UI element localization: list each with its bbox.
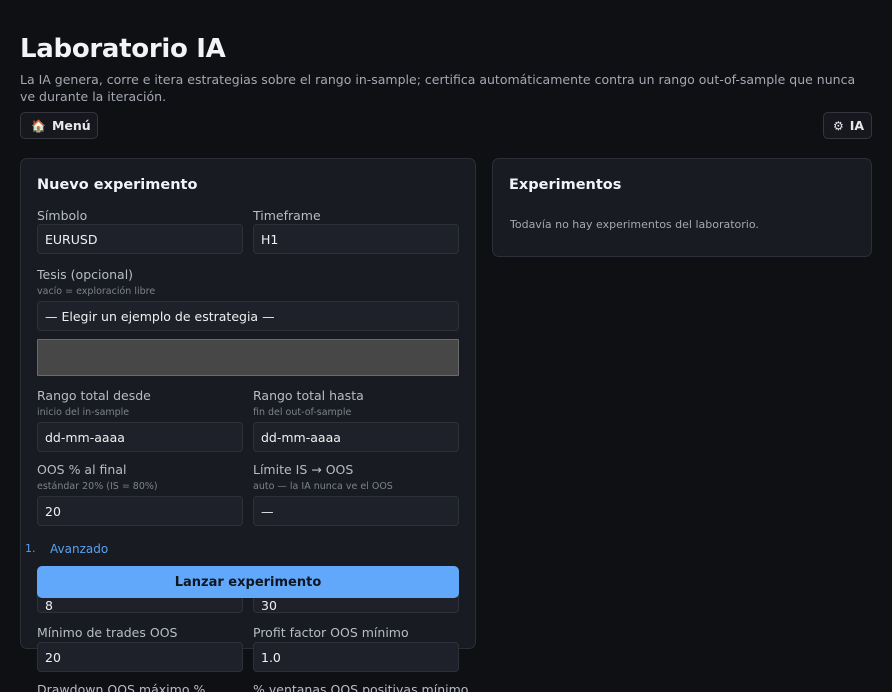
min-profit-factor-input[interactable]: 1.0 [253, 642, 459, 672]
oos-pct-hint: estándar 20% (IS = 80%) [37, 481, 158, 492]
timeframe-label: Timeframe [253, 208, 321, 223]
strategy-example-select[interactable]: — Elegir un ejemplo de estrategia — [37, 301, 459, 331]
ia-settings-button[interactable]: ⚙ IA [823, 112, 872, 139]
page-subtitle: La IA genera, corre e itera estrategias … [20, 72, 856, 104]
thesis-textarea[interactable] [37, 339, 459, 376]
experiments-title: Experimentos [509, 177, 622, 193]
oos-pct-label: OOS % al final [37, 462, 127, 477]
experiments-card: Experimentos Todavía no hay experimentos… [492, 158, 872, 257]
menu-button-label: Menú [51, 118, 91, 133]
max-drawdown-label: Drawdown OOS máximo % [37, 682, 206, 692]
new-experiment-title: Nuevo experimento [37, 177, 198, 193]
home-icon: 🏠 [31, 118, 46, 133]
gear-icon: ⚙ [833, 118, 844, 133]
symbol-label: Símbolo [37, 208, 88, 223]
advanced-marker: 1. [25, 542, 36, 555]
symbol-input[interactable]: EURUSD [37, 224, 243, 254]
launch-experiment-button[interactable]: Lanzar experimento [37, 566, 459, 598]
is-oos-limit-label: Límite IS → OOS [253, 462, 354, 477]
oos-pct-input[interactable]: 20 [37, 496, 243, 526]
min-profit-factor-label: Profit factor OOS mínimo [253, 625, 409, 640]
is-oos-limit-field: — [253, 496, 459, 526]
timeframe-input[interactable]: H1 [253, 224, 459, 254]
thesis-hint: vacío = exploración libre [37, 286, 156, 297]
page-title: Laboratorio IA [20, 34, 226, 64]
advanced-toggle[interactable]: Avanzado [50, 542, 108, 556]
min-trades-oos-input[interactable]: 20 [37, 642, 243, 672]
ia-button-label: IA [849, 118, 865, 133]
menu-button[interactable]: 🏠 Menú [20, 112, 98, 139]
is-oos-limit-hint: auto — la IA nunca ve el OOS [253, 481, 393, 492]
range-from-hint: inicio del in-sample [37, 407, 130, 418]
range-to-hint: fin del out-of-sample [253, 407, 352, 418]
range-from-label: Rango total desde [37, 388, 151, 403]
thesis-label: Tesis (opcional) [37, 267, 134, 282]
range-to-label: Rango total hasta [253, 388, 364, 403]
min-positive-windows-label: % ventanas OOS positivas mínimo [253, 682, 469, 692]
experiments-empty-text: Todavía no hay experimentos del laborato… [510, 218, 759, 231]
range-to-date-input[interactable]: dd-mm-aaaa [253, 422, 459, 452]
range-from-date-input[interactable]: dd-mm-aaaa [37, 422, 243, 452]
min-trades-oos-label: Mínimo de trades OOS [37, 625, 178, 640]
